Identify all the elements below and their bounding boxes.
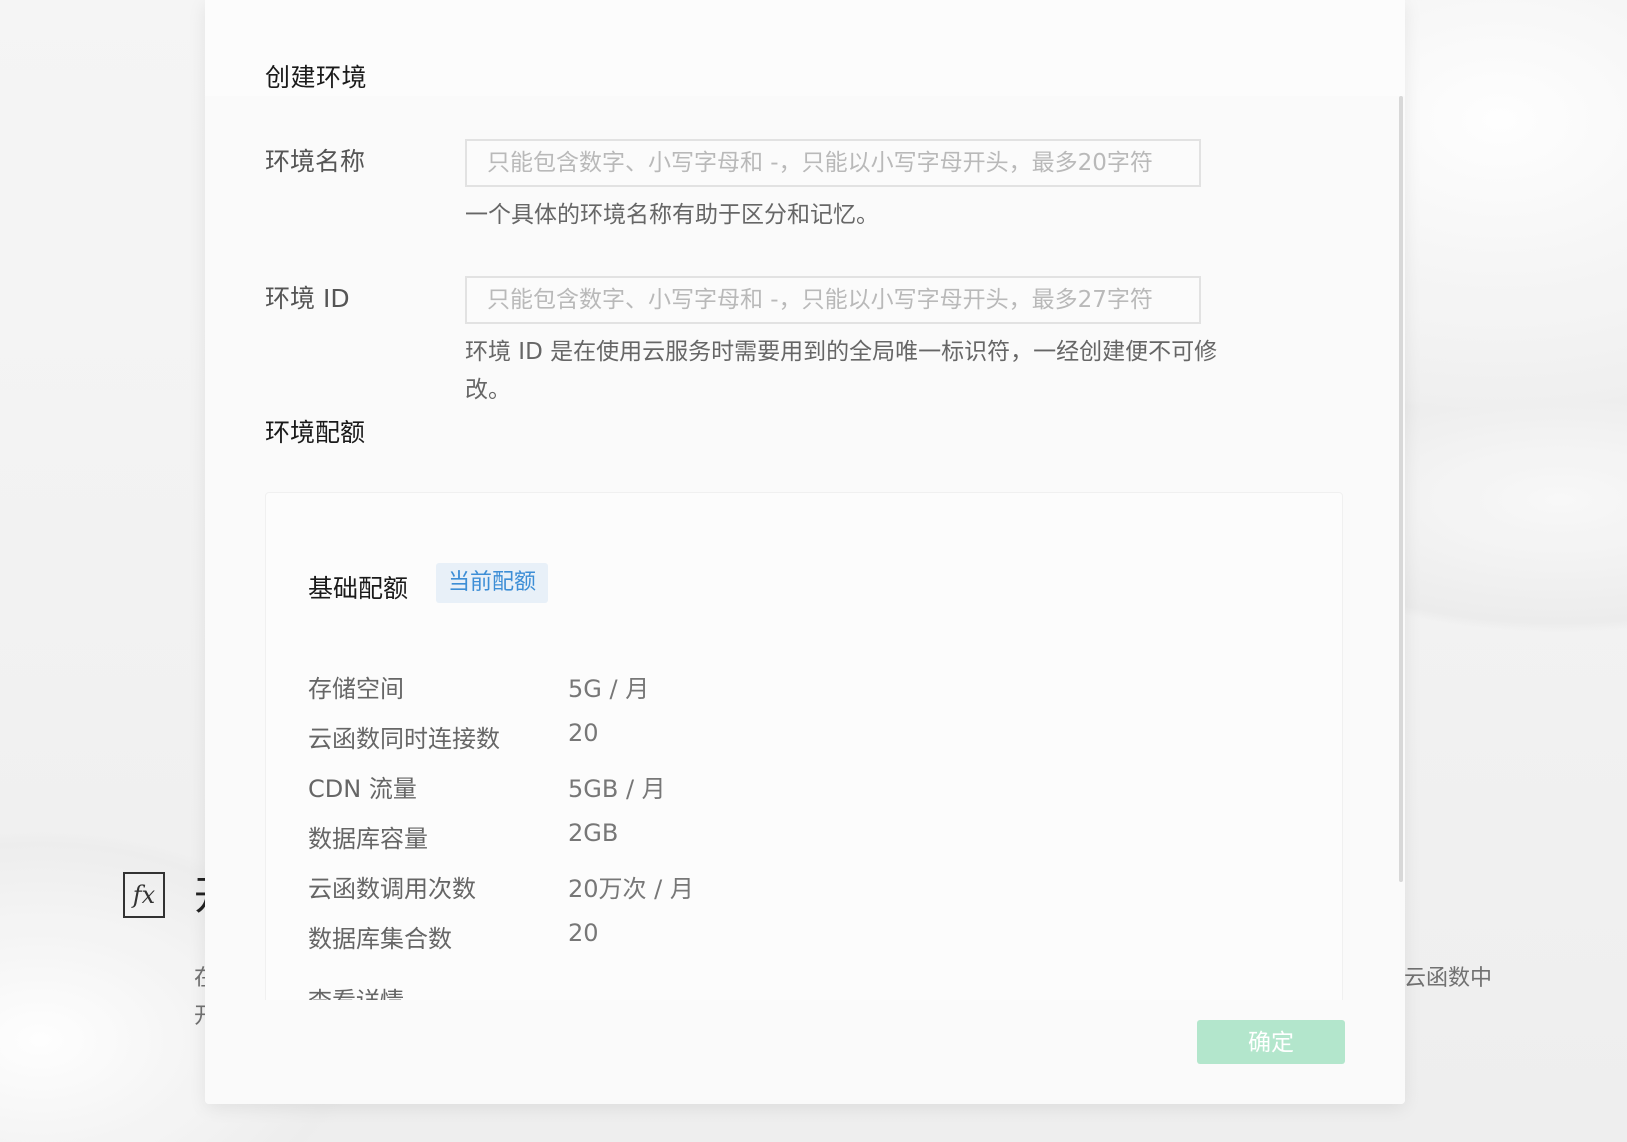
background-description-right: 云函数中 <box>1404 966 1493 991</box>
current-quota-badge: 当前配额 <box>436 563 549 603</box>
quota-details-link[interactable]: 查看详情 <box>308 981 1208 1000</box>
dialog-header: 创建环境 <box>205 0 1405 96</box>
quota-row: 存储空间 5G / 月 <box>308 669 1208 709</box>
quota-key: 数据库集合数 <box>308 925 452 953</box>
quota-key: 存储空间 <box>308 675 404 703</box>
env-id-hint: 环境 ID 是在使用云服务时需要用到的全局唯一标识符，一经创建便不可修改。 <box>465 339 1218 403</box>
quota-row: 数据库容量 2GB <box>308 819 1208 859</box>
dialog-body[interactable]: 环境名称 一个具体的环境名称有助于区分和记忆。 环境 ID 环境 ID 是在使用… <box>205 96 1405 1000</box>
dialog-footer: 确定 <box>205 1000 1405 1104</box>
quota-row: 数据库集合数 20 <box>308 919 1208 959</box>
quota-value: 5GB / 月 <box>568 775 666 803</box>
quota-card[interactable]: 基础配额 当前配额 存储空间 5G / 月 云函数同时连接数 20 CDN 流量… <box>265 492 1343 1000</box>
quota-value: 2GB <box>568 819 619 847</box>
quota-row: 云函数调用次数 20万次 / 月 <box>308 869 1208 909</box>
confirm-button[interactable]: 确定 <box>1197 1020 1345 1064</box>
quota-key: CDN 流量 <box>308 775 417 803</box>
quota-key: 云函数同时连接数 <box>308 725 500 753</box>
quota-value: 20 <box>568 719 599 747</box>
quota-value: 5G / 月 <box>568 675 650 703</box>
quota-key: 云函数调用次数 <box>308 875 476 903</box>
function-icon: fx <box>123 872 165 918</box>
function-icon-text: fx <box>132 881 156 909</box>
env-name-label: 环境名称 <box>265 147 366 176</box>
quota-details-label: 查看详情 <box>308 981 404 1000</box>
quota-row: CDN 流量 5GB / 月 <box>308 769 1208 809</box>
env-name-input[interactable] <box>465 139 1201 187</box>
quota-value: 20万次 / 月 <box>568 875 694 903</box>
quota-key: 数据库容量 <box>308 825 428 853</box>
quota-value: 20 <box>568 919 599 947</box>
env-id-input[interactable] <box>465 276 1201 324</box>
create-environment-dialog: 创建环境 环境名称 一个具体的环境名称有助于区分和记忆。 环境 ID 环境 ID… <box>205 0 1405 1104</box>
dialog-title: 创建环境 <box>265 63 368 92</box>
env-name-hint: 一个具体的环境名称有助于区分和记忆。 <box>465 202 879 228</box>
quota-name: 基础配额 <box>308 574 409 603</box>
dialog-scrollbar[interactable] <box>1399 96 1403 882</box>
env-id-label: 环境 ID <box>265 284 350 313</box>
quota-section-title: 环境配额 <box>265 418 366 447</box>
quota-row: 云函数同时连接数 20 <box>308 719 1208 759</box>
